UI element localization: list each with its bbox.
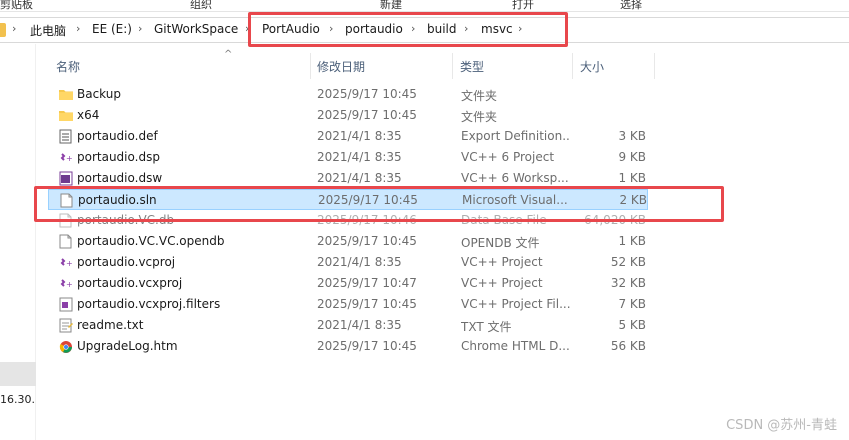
file-type: VC++ 6 Project — [461, 150, 555, 164]
file-modified-date: 2021/4/1 8:35 — [317, 318, 402, 332]
column-header-name[interactable]: 名称 — [56, 58, 80, 75]
file-row[interactable]: portaudio.vcxproj.filters 2025/9/17 10:45… — [48, 294, 648, 315]
ribbon-organize-label: 组织 — [190, 0, 212, 11]
blank-file-icon — [59, 234, 73, 249]
vc-project-icon: ++ — [59, 255, 79, 270]
file-modified-date: 2021/4/1 8:35 — [317, 255, 402, 269]
svg-text:++: ++ — [66, 259, 73, 268]
file-size: 3 KB — [618, 129, 646, 143]
file-size: 9 KB — [618, 150, 646, 164]
file-name: portaudio.VC.VC.opendb — [77, 234, 225, 248]
file-size: 56 KB — [610, 339, 646, 353]
breadcrumb-separator: › — [12, 22, 17, 35]
column-divider[interactable] — [310, 53, 311, 79]
file-row[interactable]: ++ portaudio.dsp 2021/4/1 8:35 VC++ 6 Proje… — [48, 147, 648, 168]
file-row[interactable]: x64 2025/9/17 10:45 文件夹 — [48, 105, 648, 126]
file-type: VC++ Project Fil... — [461, 297, 571, 311]
folder-icon — [59, 108, 73, 123]
file-row[interactable]: UpgradeLog.htm 2025/9/17 10:45 Chrome HTML… — [48, 336, 648, 357]
ribbon-group-labels: 剪贴板 组织 新建 打开 选择 — [0, 0, 849, 12]
location-icon — [0, 23, 6, 37]
column-header-date[interactable]: 修改日期 — [317, 58, 365, 75]
file-name: UpgradeLog.htm — [77, 339, 178, 353]
file-name: portaudio.dsp — [77, 150, 160, 164]
file-modified-date: 2025/9/17 10:45 — [317, 234, 417, 248]
file-modified-date: 2021/4/1 8:35 — [317, 171, 402, 185]
file-row[interactable]: ++ portaudio.vcxproj 2025/9/17 10:47 VC++ P… — [48, 273, 648, 294]
file-type: OPENDB 文件 — [461, 236, 540, 250]
file-row[interactable]: readme.txt 2021/4/1 8:35 TXT 文件 5 KB — [48, 315, 648, 336]
file-size: 1 KB — [618, 171, 646, 185]
folder-icon — [59, 87, 73, 102]
column-header-type[interactable]: 类型 — [460, 58, 484, 75]
file-type: Chrome HTML D... — [461, 339, 570, 353]
ribbon-new-label: 新建 — [380, 0, 402, 11]
breadcrumb-separator: › — [76, 22, 81, 35]
file-size: 1 KB — [618, 234, 646, 248]
svg-text:++: ++ — [66, 280, 73, 289]
nav-selected-item[interactable] — [0, 362, 36, 386]
file-name: portaudio.def — [77, 129, 158, 143]
file-size: 52 KB — [610, 255, 646, 269]
file-row[interactable]: portaudio.def 2021/4/1 8:35 Export Definit… — [48, 126, 648, 147]
file-modified-date: 2021/4/1 8:35 — [317, 150, 402, 164]
file-row[interactable]: ++ portaudio.vcproj 2021/4/1 8:35 VC++ Proj… — [48, 252, 648, 273]
breadcrumb-this-pc[interactable]: 此电脑 — [30, 22, 66, 39]
file-type: VC++ Project — [461, 255, 543, 269]
file-modified-date: 2025/9/17 10:45 — [317, 339, 417, 353]
file-name: portaudio.vcproj — [77, 255, 176, 269]
file-type: TXT 文件 — [461, 320, 512, 334]
file-type: Export Definition... — [461, 129, 571, 143]
sort-ascending-icon: ^ — [224, 49, 233, 60]
csdn-watermark: CSDN @苏州-青蛙 — [726, 418, 837, 433]
ribbon-select-label: 选择 — [620, 0, 642, 11]
file-type: 文件夹 — [461, 110, 498, 124]
column-divider[interactable] — [654, 53, 655, 79]
file-row[interactable]: portaudio.VC.VC.opendb 2025/9/17 10:45 OPE… — [48, 231, 648, 252]
column-divider[interactable] — [572, 53, 573, 79]
ribbon-open-label: 打开 — [512, 0, 534, 11]
file-modified-date: 2025/9/17 10:45 — [317, 108, 417, 122]
breadcrumb-drive-e[interactable]: EE (E:) — [92, 22, 132, 36]
def-file-icon — [59, 129, 73, 144]
vc-workspace-icon — [59, 171, 73, 186]
file-name: readme.txt — [77, 318, 144, 332]
vc-filters-icon — [59, 297, 73, 312]
breadcrumb-separator: › — [138, 22, 143, 35]
file-size: 32 KB — [610, 276, 646, 290]
file-name: x64 — [77, 108, 100, 122]
column-header-size[interactable]: 大小 — [580, 58, 604, 75]
chrome-html-icon — [59, 339, 73, 354]
file-name: portaudio.dsw — [77, 171, 163, 185]
file-type: VC++ 6 Worksp... — [461, 171, 569, 185]
file-modified-date: 2025/9/17 10:47 — [317, 276, 417, 290]
path-highlight-annotation — [248, 12, 568, 47]
file-modified-date: 2025/9/17 10:45 — [317, 87, 417, 101]
file-modified-date: 2025/9/17 10:45 — [317, 297, 417, 311]
txt-file-icon — [59, 318, 73, 333]
file-name: Backup — [77, 87, 121, 101]
file-size: 5 KB — [618, 318, 646, 332]
vc-project-icon: ++ — [59, 276, 79, 291]
column-header-row: ^ 名称 修改日期 类型 大小 — [48, 49, 658, 79]
navigation-pane[interactable]: 16.30. — [0, 44, 36, 440]
ribbon-clipboard-label: 剪贴板 — [0, 0, 33, 11]
file-type: 文件夹 — [461, 89, 498, 103]
file-modified-date: 2021/4/1 8:35 — [317, 129, 402, 143]
vc-project-icon: ++ — [59, 150, 79, 165]
file-row[interactable]: Backup 2025/9/17 10:45 文件夹 — [48, 84, 648, 105]
sln-highlight-annotation — [34, 186, 724, 222]
file-name: portaudio.vcxproj — [77, 276, 183, 290]
file-size: 7 KB — [618, 297, 646, 311]
file-type: VC++ Project — [461, 276, 543, 290]
column-divider[interactable] — [452, 53, 453, 79]
file-name: portaudio.vcxproj.filters — [77, 297, 221, 311]
breadcrumb-gitworkspace[interactable]: GitWorkSpace — [154, 22, 238, 36]
nav-partial-label: 16.30. — [0, 393, 35, 406]
svg-text:++: ++ — [66, 154, 73, 163]
